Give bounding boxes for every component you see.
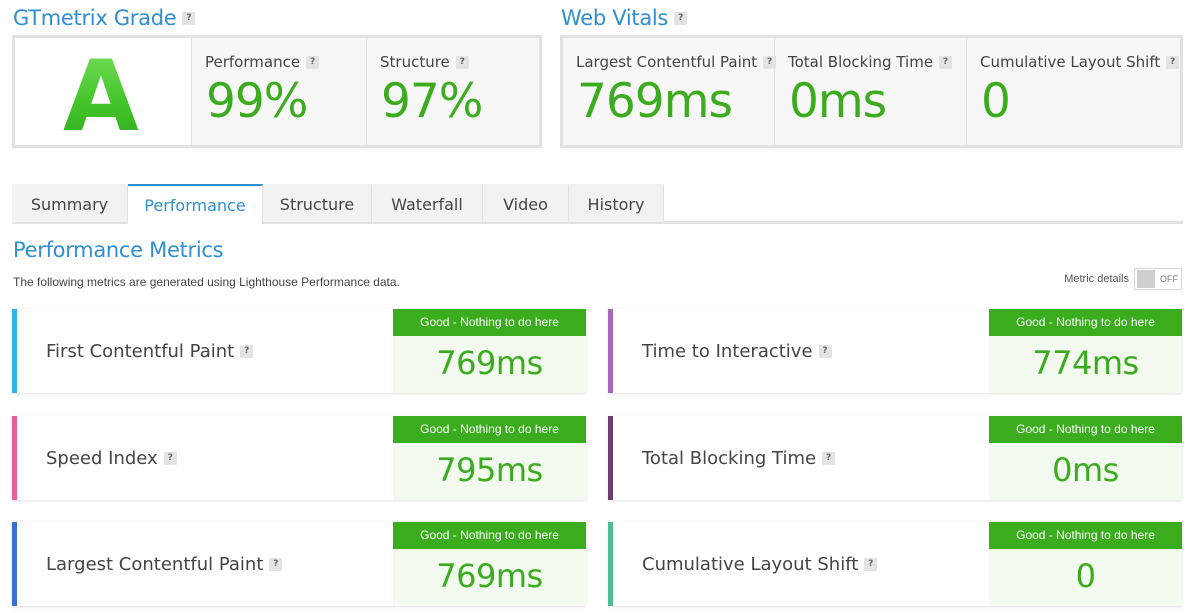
metric-details-label: Metric details: [1064, 273, 1129, 285]
performance-metrics-title: Performance Metrics: [13, 238, 224, 262]
metric-status-badge: Good - Nothing to do here: [393, 522, 586, 549]
metric-result: Good - Nothing to do here 795ms: [393, 416, 586, 500]
metric-result: Good - Nothing to do here 774ms: [989, 309, 1182, 393]
metric-value: 769ms: [436, 344, 543, 382]
tab-video[interactable]: Video: [483, 184, 569, 222]
metric-value: 769ms: [436, 557, 543, 595]
tbt-vital-label: Total Blocking Time?: [788, 53, 953, 71]
lcp-vital-label: Largest Contentful Paint?: [576, 53, 777, 71]
tbt-vital-cell: Total Blocking Time? 0ms: [775, 38, 967, 145]
metric-details-control: Metric details OFF: [1064, 268, 1182, 290]
report-tabs: Summary Performance Structure Waterfall …: [12, 184, 664, 224]
metric-result: Good - Nothing to do here 769ms: [393, 309, 586, 393]
tbt-help-icon[interactable]: ?: [939, 56, 953, 69]
metric-result: Good - Nothing to do here 769ms: [393, 522, 586, 606]
cls-vital-label: Cumulative Layout Shift?: [980, 53, 1180, 71]
cls-vital-value: 0: [981, 74, 1011, 129]
metric-label: First Contentful Paint?: [46, 309, 254, 393]
grade-cell: A: [15, 38, 192, 154]
tab-history[interactable]: History: [569, 184, 664, 222]
performance-score-cell: Performance? 99%: [192, 38, 367, 145]
performance-score-value: 99%: [206, 74, 308, 129]
performance-metrics-description: The following metrics are generated usin…: [13, 275, 400, 289]
performance-score-label: Performance?: [205, 53, 320, 71]
structure-score-cell: Structure? 97%: [367, 38, 539, 145]
metric-label: Cumulative Layout Shift?: [642, 522, 878, 606]
lcp-vital-cell: Largest Contentful Paint? 769ms: [563, 38, 777, 145]
metric-value: 795ms: [436, 451, 543, 489]
tbt-metric-help-icon[interactable]: ?: [822, 451, 836, 465]
grade-panel: A Performance? 99% Structure? 97%: [12, 35, 542, 154]
structure-score-value: 97%: [381, 74, 483, 129]
cls-vital-cell: Cumulative Layout Shift? 0: [967, 38, 1180, 145]
metric-label: Speed Index?: [46, 416, 177, 500]
tbt-vital-value: 0ms: [789, 74, 887, 129]
metric-status-badge: Good - Nothing to do here: [989, 309, 1182, 336]
metric-value: 0ms: [1052, 451, 1119, 489]
metric-label: Time to Interactive?: [642, 309, 832, 393]
tab-structure[interactable]: Structure: [263, 184, 372, 222]
tab-performance[interactable]: Performance: [128, 184, 263, 224]
metric-label: Total Blocking Time?: [642, 416, 836, 500]
metric-result: Good - Nothing to do here 0ms: [989, 416, 1182, 500]
tab-waterfall[interactable]: Waterfall: [372, 184, 483, 222]
metric-value: 774ms: [1032, 344, 1139, 382]
metric-card-tbt: Total Blocking Time? Good - Nothing to d…: [608, 416, 1182, 500]
metric-card-speed-index: Speed Index? Good - Nothing to do here 7…: [12, 416, 586, 500]
si-help-icon[interactable]: ?: [163, 451, 177, 465]
grade-letter: A: [63, 40, 139, 154]
metric-status-badge: Good - Nothing to do here: [989, 416, 1182, 443]
lcp-vital-value: 769ms: [577, 74, 733, 129]
grade-help-icon[interactable]: ?: [182, 11, 196, 25]
metric-result: Good - Nothing to do here 0: [989, 522, 1182, 606]
cls-help-icon[interactable]: ?: [1166, 56, 1180, 69]
metric-card-lcp: Largest Contentful Paint? Good - Nothing…: [12, 522, 586, 606]
performance-help-icon[interactable]: ?: [306, 56, 320, 69]
metric-card-tti: Time to Interactive? Good - Nothing to d…: [608, 309, 1182, 393]
fcp-help-icon[interactable]: ?: [240, 344, 254, 358]
structure-score-label: Structure?: [380, 53, 469, 71]
metric-card-cls: Cumulative Layout Shift? Good - Nothing …: [608, 522, 1182, 606]
web-vitals-title: Web Vitals?: [561, 6, 688, 30]
structure-help-icon[interactable]: ?: [455, 56, 469, 69]
metric-label: Largest Contentful Paint?: [46, 522, 283, 606]
toggle-knob: [1137, 270, 1155, 288]
metric-details-toggle[interactable]: OFF: [1134, 268, 1182, 290]
toggle-state-label: OFF: [1160, 274, 1178, 284]
metric-value: 0: [1075, 557, 1096, 595]
metric-status-badge: Good - Nothing to do here: [989, 522, 1182, 549]
lcp-metric-help-icon[interactable]: ?: [269, 557, 283, 571]
metric-status-badge: Good - Nothing to do here: [393, 309, 586, 336]
metric-card-fcp: First Contentful Paint? Good - Nothing t…: [12, 309, 586, 393]
tab-summary[interactable]: Summary: [12, 184, 128, 222]
cls-metric-help-icon[interactable]: ?: [864, 557, 878, 571]
web-vitals-panel: Largest Contentful Paint? 769ms Total Bl…: [560, 35, 1183, 148]
tti-help-icon[interactable]: ?: [818, 344, 832, 358]
metric-status-badge: Good - Nothing to do here: [393, 416, 586, 443]
gtmetrix-grade-title: GTmetrix Grade?: [13, 6, 196, 30]
web-vitals-help-icon[interactable]: ?: [674, 11, 688, 25]
